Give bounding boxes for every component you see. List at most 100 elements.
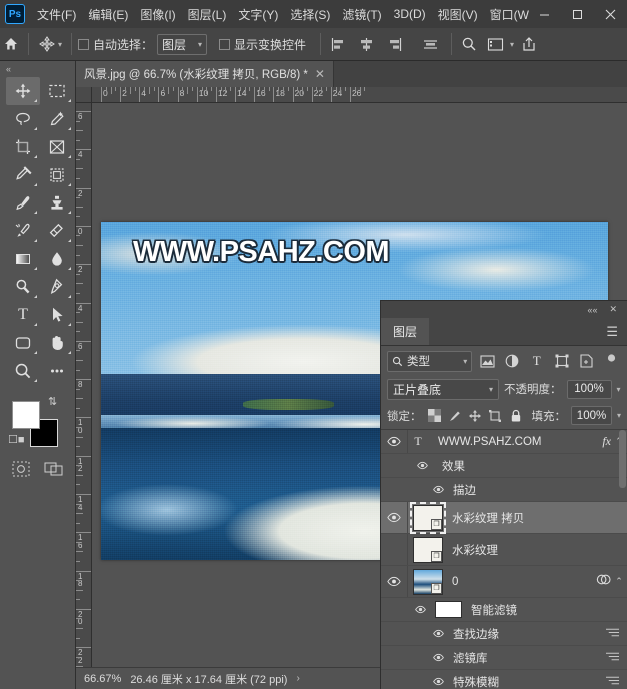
opacity-input[interactable]: 100% xyxy=(566,379,612,399)
eyedropper-tool[interactable] xyxy=(6,161,40,189)
filter-toggle-icon[interactable] xyxy=(601,351,621,371)
menu-layer[interactable]: 图层(L) xyxy=(182,2,233,27)
lock-all-icon[interactable] xyxy=(508,407,523,425)
smart-filter-row[interactable]: 滤镜库 xyxy=(381,646,627,670)
smart-object-filter-icon[interactable] xyxy=(576,351,596,371)
layer-effect-row[interactable]: 描边 xyxy=(381,478,627,502)
smart-filters-icon[interactable] xyxy=(596,573,611,590)
current-tool-move[interactable]: ▾ xyxy=(35,35,65,53)
path-selection-tool[interactable] xyxy=(40,301,74,329)
search-icon[interactable] xyxy=(458,33,480,55)
tab-layers[interactable]: 图层 xyxy=(381,318,430,345)
layer-thumbnail[interactable]: ❐ xyxy=(410,501,446,534)
type-tool[interactable]: T xyxy=(6,301,40,329)
filter-options-icon[interactable] xyxy=(606,675,619,689)
shape-filter-icon[interactable] xyxy=(552,351,572,371)
close-button[interactable] xyxy=(594,0,627,28)
visibility-toggle[interactable] xyxy=(411,461,433,470)
hand-tool[interactable] xyxy=(40,329,74,357)
visibility-toggle[interactable] xyxy=(427,629,449,638)
collapse-tools-button[interactable]: « xyxy=(0,61,75,77)
horizontal-ruler[interactable]: 0 2 4 6 8 10 12 14 16 18 20 22 24 26 xyxy=(92,87,627,103)
quick-mask-icon[interactable] xyxy=(12,461,30,482)
rectangle-tool[interactable] xyxy=(6,329,40,357)
lock-position-icon[interactable] xyxy=(467,407,482,425)
healing-brush-tool[interactable] xyxy=(40,161,74,189)
smart-filters-header-row[interactable]: 智能滤镜 xyxy=(381,598,627,622)
align-top-icon[interactable] xyxy=(419,33,441,55)
type-filter-icon[interactable]: T xyxy=(527,351,547,371)
chevron-down-icon[interactable]: ▾ xyxy=(58,40,62,49)
share-icon[interactable] xyxy=(518,33,540,55)
maximize-button[interactable] xyxy=(561,0,594,28)
filter-kind-dropdown[interactable]: 类型 ▾ xyxy=(387,350,473,372)
panel-menu-icon[interactable]: ☰ xyxy=(606,318,627,345)
lock-artboard-icon[interactable] xyxy=(488,407,503,425)
default-colors-icon[interactable]: ☐■ xyxy=(8,433,25,446)
vertical-ruler[interactable]: 6420246810121416182022 xyxy=(76,103,92,667)
align-left-icon[interactable] xyxy=(327,33,349,55)
home-icon[interactable] xyxy=(0,33,22,55)
chevron-down-icon[interactable]: ▾ xyxy=(617,411,621,420)
edit-toolbar[interactable] xyxy=(40,357,74,385)
foreground-color-swatch[interactable] xyxy=(12,401,40,429)
menu-image[interactable]: 图像(I) xyxy=(134,2,181,27)
menu-view[interactable]: 视图(V) xyxy=(432,2,484,27)
layer-row-smart-object[interactable]: ❐ 水彩纹理 xyxy=(381,534,627,566)
adjustment-filter-icon[interactable] xyxy=(502,351,522,371)
fill-input[interactable]: 100% xyxy=(571,406,612,425)
collapse-panel-icon[interactable]: «« xyxy=(587,305,597,315)
swap-colors-icon[interactable]: ⇅ xyxy=(48,395,57,408)
show-transform-checkbox[interactable] xyxy=(219,38,231,50)
visibility-toggle[interactable] xyxy=(427,653,449,662)
pixel-filter-icon[interactable] xyxy=(477,351,497,371)
smart-filter-row[interactable]: 查找边缘 xyxy=(381,622,627,646)
layers-scrollbar-thumb[interactable] xyxy=(619,430,626,488)
smart-filter-row[interactable]: 特殊模糊 xyxy=(381,670,627,689)
screen-mode-icon[interactable] xyxy=(44,461,64,482)
layer-thumbnail[interactable]: ❐ xyxy=(413,568,443,595)
filter-options-icon[interactable] xyxy=(606,651,619,665)
eraser-tool[interactable] xyxy=(40,217,74,245)
pen-tool[interactable] xyxy=(40,273,74,301)
visibility-toggle[interactable] xyxy=(427,677,449,686)
quick-selection-tool[interactable] xyxy=(40,105,74,133)
close-icon[interactable]: ✕ xyxy=(315,67,325,81)
lasso-tool[interactable] xyxy=(6,105,40,133)
fx-badge[interactable]: fx xyxy=(602,434,611,449)
workspace-icon[interactable] xyxy=(484,33,506,55)
menu-file[interactable]: 文件(F) xyxy=(31,2,82,27)
layer-row-smart-object[interactable]: ❐ 0 ⌃ xyxy=(381,566,627,598)
menu-3d[interactable]: 3D(D) xyxy=(388,3,432,25)
menu-select[interactable]: 选择(S) xyxy=(284,2,336,27)
menu-edit[interactable]: 编辑(E) xyxy=(82,2,134,27)
layer-row-text[interactable]: TWWW.PSAHZ.COMfx⌃ xyxy=(381,430,627,454)
align-right-icon[interactable] xyxy=(383,33,405,55)
crop-tool[interactable] xyxy=(6,133,40,161)
layer-visibility-toggle[interactable] xyxy=(381,576,407,587)
auto-select-target-dropdown[interactable]: 图层 ▾ xyxy=(157,33,208,55)
align-center-horizontal-icon[interactable] xyxy=(355,33,377,55)
blur-tool[interactable] xyxy=(40,245,74,273)
close-panel-icon[interactable]: ✕ xyxy=(609,304,617,315)
layer-visibility-toggle[interactable] xyxy=(381,436,407,447)
ruler-corner[interactable] xyxy=(76,87,92,103)
menu-filter[interactable]: 滤镜(T) xyxy=(336,2,387,27)
filter-options-icon[interactable] xyxy=(606,627,619,641)
zoom-tool[interactable] xyxy=(6,357,40,385)
zoom-level[interactable]: 66.67% xyxy=(84,673,121,685)
menu-type[interactable]: 文字(Y) xyxy=(232,2,284,27)
effects-group-row[interactable]: 效果 xyxy=(381,454,627,478)
frame-tool[interactable] xyxy=(40,133,74,161)
visibility-toggle[interactable] xyxy=(409,605,431,614)
layer-row-smart-object[interactable]: ❐ 水彩纹理 拷贝 xyxy=(381,501,627,534)
layer-visibility-toggle[interactable] xyxy=(381,512,407,523)
auto-select-checkbox[interactable] xyxy=(78,38,90,50)
status-expand-arrow[interactable]: › xyxy=(296,673,299,684)
lock-transparent-pixels-icon[interactable] xyxy=(427,407,442,425)
gradient-tool[interactable] xyxy=(6,245,40,273)
chevron-down-icon[interactable]: ▾ xyxy=(510,40,514,49)
move-tool[interactable] xyxy=(6,77,40,105)
marquee-tool[interactable] xyxy=(40,77,74,105)
dodge-tool[interactable] xyxy=(6,273,40,301)
